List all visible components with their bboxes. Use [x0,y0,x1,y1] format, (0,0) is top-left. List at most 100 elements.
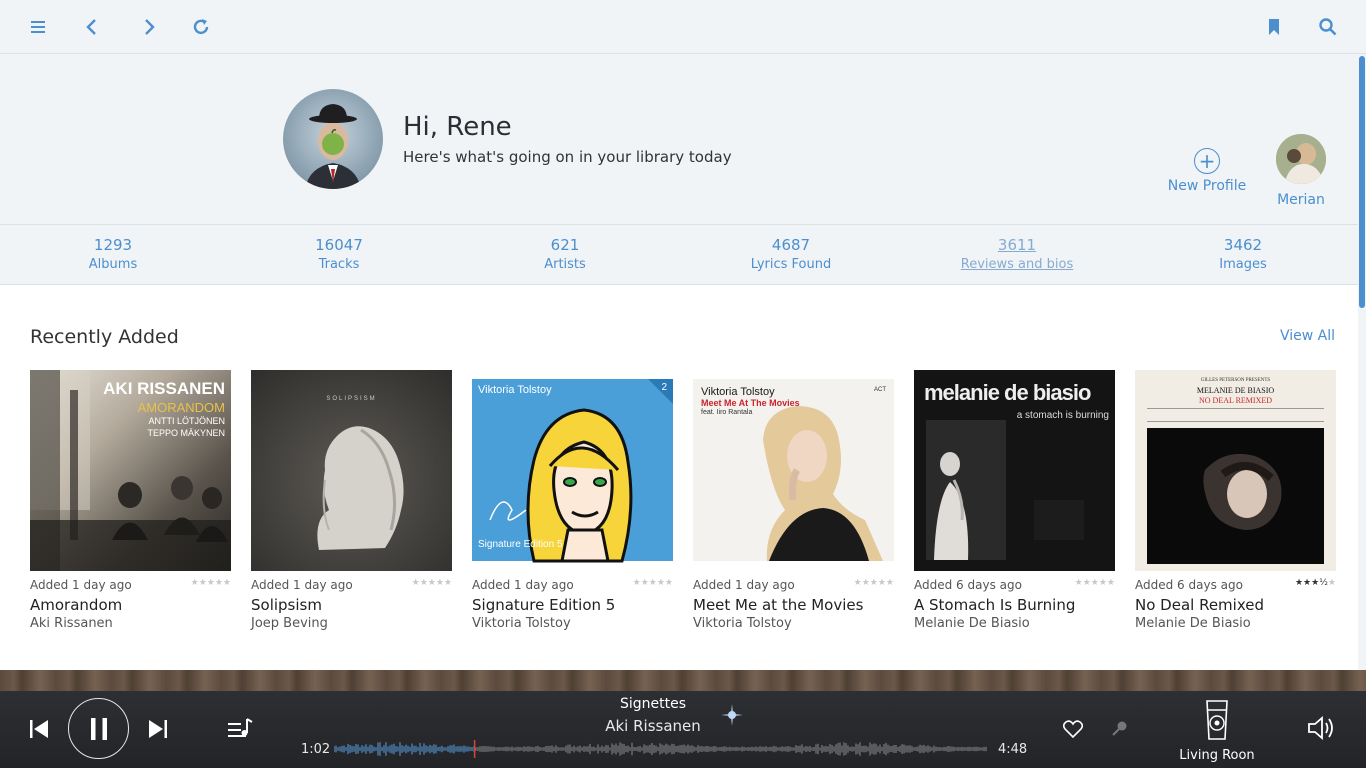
cover-text: 2 [661,382,667,393]
album-card[interactable]: Viktoria Tolstoy Signature Edition 5 2 A… [472,370,673,631]
cover-text: AMORANDOM [137,400,225,415]
stat-label: Tracks [318,257,360,272]
cover-text: TEPPO MÄKYNEN [147,428,225,438]
album-card[interactable]: melanie de biasio a stomach is burning A… [914,370,1115,631]
album-cover[interactable]: AKI RISSANEN AMORANDOM ANTTI LÖTJÖNEN TE… [30,370,231,571]
rating-stars[interactable]: ★★★★★ [412,578,452,593]
cover-text: GILLES PETERSON PRESENTS [1200,378,1271,383]
queue-icon[interactable] [226,716,254,742]
radio-icon[interactable] [1108,718,1130,740]
elapsed-time: 1:02 [301,742,331,757]
cover-text: ANTTI LÖTJÖNEN [148,416,225,426]
album-title[interactable]: A Stomach Is Burning [914,596,1115,614]
cover-text: SOLIPSISM [326,396,377,402]
player-bar: Signettes Aki Rissanen 1:02 4:48 Living … [0,691,1366,768]
cover-text: Viktoria Tolstoy [478,384,552,396]
cover-text: melanie de biasio [924,380,1091,405]
stat-label: Artists [544,257,586,272]
scrollbar[interactable] [1358,54,1366,670]
stat-value: 3611 [997,236,1037,254]
background-strip [0,670,1366,691]
heart-icon[interactable] [1062,718,1084,740]
album-cover[interactable]: SOLIPSISM [251,370,452,571]
refresh-icon[interactable] [186,12,216,42]
zone-speaker-icon[interactable] [1200,697,1234,743]
stat-label: Lyrics Found [750,257,832,272]
rating-stars[interactable]: ★★★★★ [191,578,231,593]
duration-time: 4:48 [998,742,1028,757]
seek-waveform[interactable] [334,740,988,758]
rating-stars[interactable]: ★★★★★ [633,578,673,593]
scrollbar-thumb[interactable] [1359,56,1365,308]
album-artist[interactable]: Melanie De Biasio [1135,616,1336,631]
sparkle-icon [720,703,744,727]
stat-albums[interactable]: 1293 Albums [0,225,226,284]
avatar[interactable] [283,89,383,189]
album-card[interactable]: AKI RISSANEN AMORANDOM ANTTI LÖTJÖNEN TE… [30,370,231,631]
added-date: Added 1 day ago [472,578,574,592]
cover-text: MELANIE DE BIASIO [1196,386,1275,395]
profile-header: Hi, Rene Here's what's going on in your … [0,54,1358,225]
cover-text: AKI RISSANEN [103,379,225,398]
stat-label: Images [1219,257,1267,272]
stat-images[interactable]: 3462 Images [1130,225,1356,284]
cover-text: ACT [874,387,886,393]
album-artist[interactable]: Viktoria Tolstoy [472,616,673,631]
stat-label: Albums [88,257,138,272]
album-artist[interactable]: Melanie De Biasio [914,616,1115,631]
view-all-link[interactable]: View All [1280,328,1335,344]
album-card[interactable]: SOLIPSISM Added 1 day ago ★★★★★ Solipsis… [251,370,452,631]
added-date: Added 6 days ago [1135,578,1243,592]
greeting-title: Hi, Rene [403,112,512,142]
cover-credits [1147,408,1324,422]
album-cover[interactable]: melanie de biasio a stomach is burning [914,370,1115,571]
stat-reviews[interactable]: 3611 Reviews and bios [904,225,1130,284]
album-card[interactable]: GILLES PETERSON PRESENTS MELANIE DE BIAS… [1135,370,1336,631]
cover-text: feat. Iiro Rantala [701,409,753,416]
album-title[interactable]: No Deal Remixed [1135,596,1336,614]
forward-icon[interactable] [134,12,164,42]
album-title[interactable]: Solipsism [251,596,452,614]
cover-text: Signature Edition 5 [478,539,563,550]
back-icon[interactable] [77,12,107,42]
album-artist[interactable]: Aki Rissanen [30,616,231,631]
cover-text: a stomach is burning [1016,410,1109,421]
album-cover[interactable]: GILLES PETERSON PRESENTS MELANIE DE BIAS… [1135,370,1336,571]
new-profile-button[interactable]: + New Profile [1165,148,1249,194]
rating-stars[interactable]: ★★★½★ [1295,578,1336,593]
cover-text: Meet Me At The Movies [701,398,800,408]
album-card[interactable]: Viktoria Tolstoy Meet Me At The Movies f… [693,370,894,631]
pause-icon [90,717,107,740]
album-title[interactable]: Amorandom [30,596,231,614]
album-cover[interactable]: Viktoria Tolstoy Meet Me At The Movies f… [693,370,894,571]
new-profile-label: New Profile [1167,178,1247,194]
album-title[interactable]: Signature Edition 5 [472,596,673,614]
zone-name[interactable]: Living Roon [1176,748,1258,763]
cover-text: Viktoria Tolstoy [701,386,775,398]
volume-icon[interactable] [1305,713,1337,743]
stat-artists[interactable]: 621 Artists [452,225,678,284]
search-icon[interactable] [1313,12,1343,42]
stat-lyrics[interactable]: 4687 Lyrics Found [678,225,904,284]
pause-button[interactable] [68,698,129,759]
rating-stars[interactable]: ★★★★★ [854,578,894,593]
rating-stars[interactable]: ★★★★★ [1075,578,1115,593]
album-artist[interactable]: Joep Beving [251,616,452,631]
stat-label: Reviews and bios [960,257,1074,272]
stat-tracks[interactable]: 16047 Tracks [226,225,452,284]
album-cover[interactable]: Viktoria Tolstoy Signature Edition 5 2 [472,370,673,571]
album-row: AKI RISSANEN AMORANDOM ANTTI LÖTJÖNEN TE… [30,370,1336,634]
album-title[interactable]: Meet Me at the Movies [693,596,894,614]
bookmark-icon[interactable] [1259,12,1289,42]
stat-value: 16047 [315,236,363,254]
greeting-subtitle: Here's what's going on in your library t… [403,148,732,166]
menu-icon[interactable] [23,12,53,42]
previous-icon[interactable] [27,717,51,741]
profile-switch-merian[interactable]: Merian [1270,134,1332,208]
stat-value: 4687 [771,236,811,254]
album-artist[interactable]: Viktoria Tolstoy [693,616,894,631]
added-date: Added 6 days ago [914,578,1022,592]
plus-circle-icon: + [1194,148,1220,174]
next-icon[interactable] [146,717,170,741]
stat-value: 621 [550,236,580,254]
